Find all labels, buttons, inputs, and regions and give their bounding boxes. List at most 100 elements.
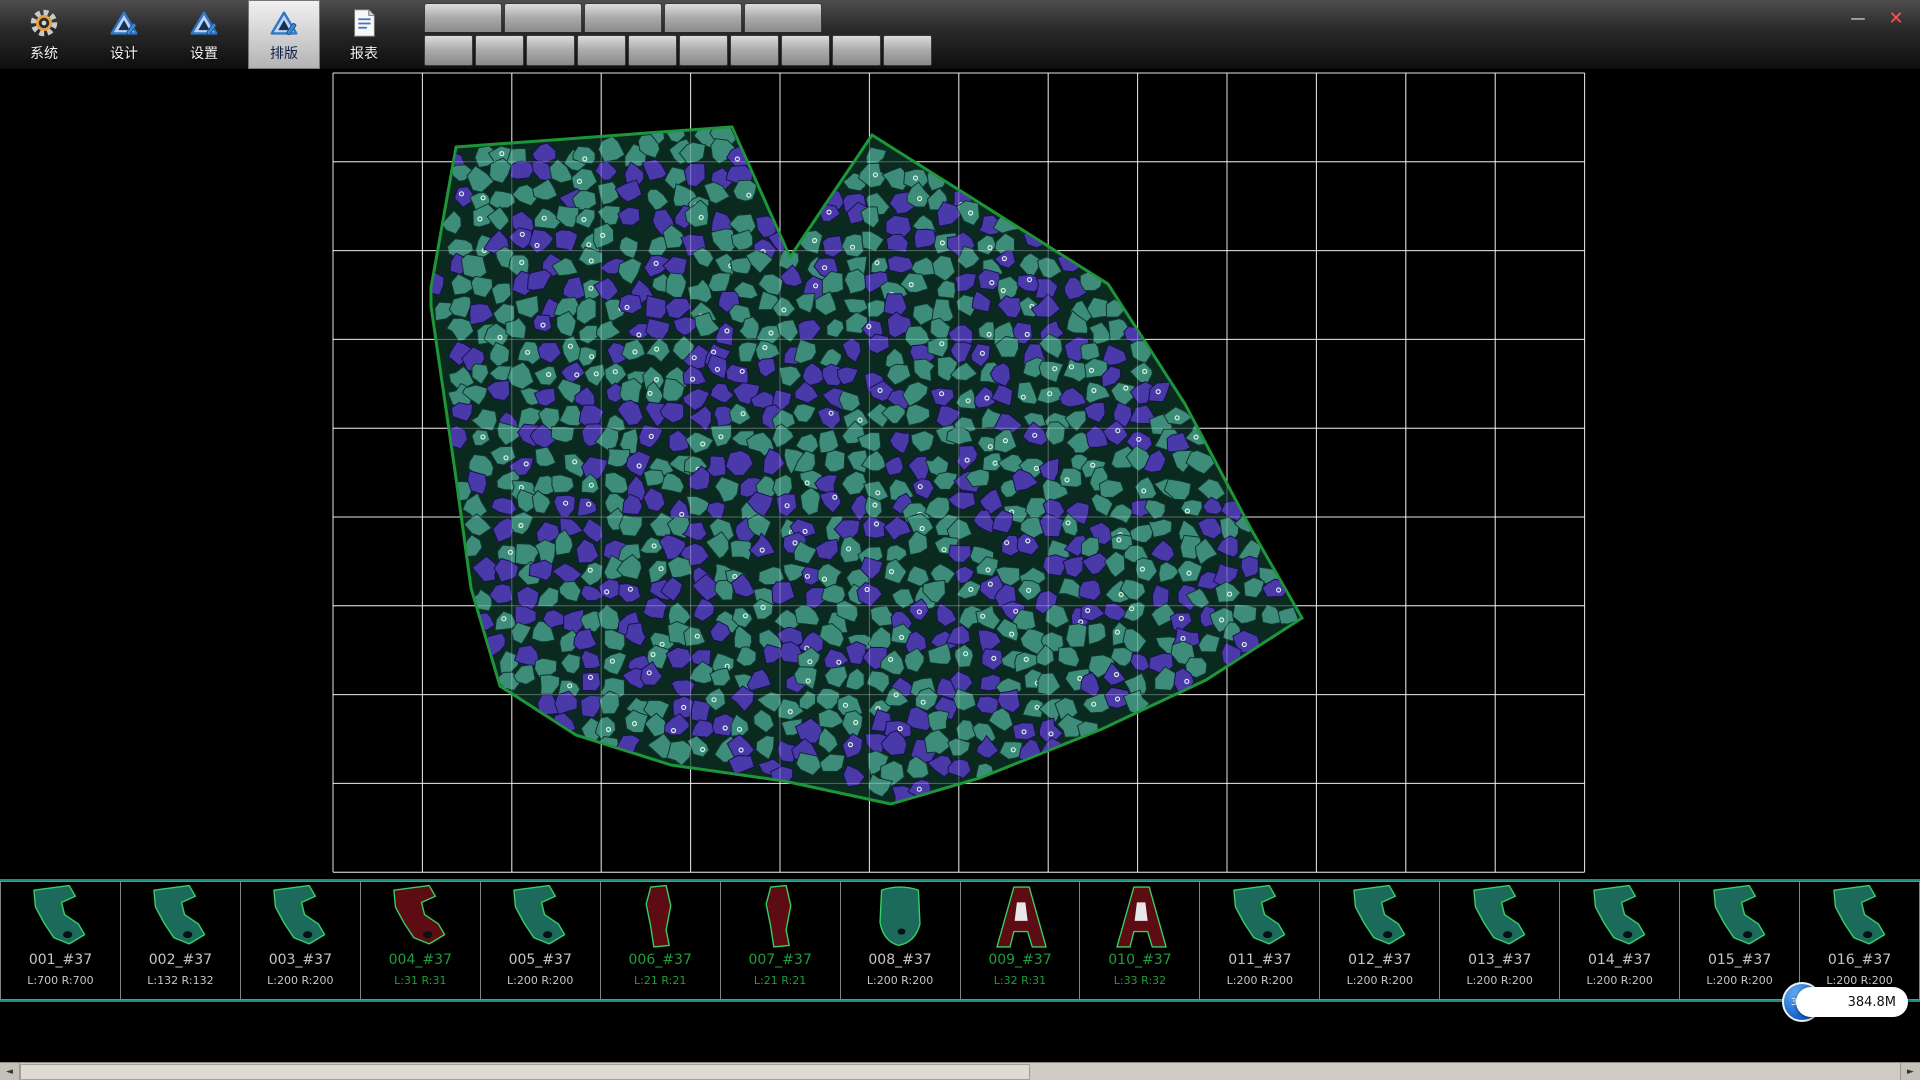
piece-lr-counts: L:200 R:200 <box>267 975 333 987</box>
app-icon-glyph <box>187 6 221 40</box>
piece-name: 016_#37 <box>1828 952 1891 968</box>
piece-shape-icon <box>14 884 106 950</box>
piece-name: 005_#37 <box>509 952 572 968</box>
piece-lr-counts: L:200 R:200 <box>867 975 933 987</box>
piece-name: 007_#37 <box>748 952 811 968</box>
piece-thumbnail[interactable]: 007_#37 L:21 R:21 <box>721 881 841 1000</box>
menu-tab[interactable] <box>584 3 662 32</box>
piece-lr-counts: L:200 R:200 <box>1706 975 1772 987</box>
piece-lr-counts: L:700 R:700 <box>27 975 93 987</box>
memory-status-badge: 38% 384.8M <box>1778 982 1908 1022</box>
window-controls: — ✕ <box>1844 8 1910 28</box>
app-icon[interactable]: 报表 <box>328 0 400 69</box>
app-icon[interactable]: 排版 <box>248 0 320 69</box>
piece-lr-counts: L:200 R:200 <box>1586 975 1652 987</box>
piece-shape-icon <box>374 884 466 950</box>
menu-area <box>424 0 932 69</box>
scroll-left-arrow[interactable]: ◄ <box>0 1063 20 1080</box>
piece-shape-icon <box>854 884 946 950</box>
piece-shape-icon <box>134 884 226 950</box>
menu-tab[interactable] <box>744 3 822 32</box>
piece-name: 004_#37 <box>389 952 452 968</box>
piece-shape-icon <box>1334 884 1426 950</box>
app-icon-bar: 系统 设计 设置 排版 报表 <box>0 0 408 69</box>
piece-thumbnail[interactable]: 014_#37 L:200 R:200 <box>1560 881 1680 1000</box>
nesting-canvas-area <box>0 70 1920 879</box>
app-icon-label: 设计 <box>110 43 138 63</box>
tool-button[interactable] <box>883 35 932 66</box>
piece-name: 015_#37 <box>1708 952 1771 968</box>
piece-lr-counts: L:132 R:132 <box>147 975 213 987</box>
close-button[interactable]: ✕ <box>1882 8 1910 28</box>
menu-tab-bar <box>424 0 932 32</box>
tool-button[interactable] <box>730 35 779 66</box>
menu-tab[interactable] <box>424 3 502 32</box>
piece-shape-icon <box>1574 884 1666 950</box>
piece-name: 010_#37 <box>1108 952 1171 968</box>
piece-thumbnail[interactable]: 008_#37 L:200 R:200 <box>841 881 961 1000</box>
app-window: { "window": { "controls": { "minimize": … <box>0 0 1920 1080</box>
piece-name: 008_#37 <box>868 952 931 968</box>
app-icon-glyph <box>27 6 61 40</box>
tool-button-bar <box>424 32 932 66</box>
piece-thumbnail-strip: 001_#37 L:700 R:700 002_#37 L:132 R:132 … <box>0 879 1920 1002</box>
app-icon-label: 系统 <box>30 43 58 63</box>
app-icon-label: 设置 <box>190 43 218 63</box>
tool-button[interactable] <box>832 35 881 66</box>
piece-name: 001_#37 <box>29 952 92 968</box>
piece-thumbnail[interactable]: 002_#37 L:132 R:132 <box>121 881 241 1000</box>
scroll-right-arrow[interactable]: ► <box>1900 1063 1920 1080</box>
tool-button[interactable] <box>628 35 677 66</box>
toolbar: 系统 设计 设置 排版 报表 — ✕ <box>0 0 1920 70</box>
memory-label: 384.8M <box>1796 987 1908 1017</box>
app-icon-label: 排版 <box>270 43 298 63</box>
piece-lr-counts: L:200 R:200 <box>1227 975 1293 987</box>
app-icon-glyph <box>267 6 301 40</box>
app-icon[interactable]: 系统 <box>8 0 80 69</box>
piece-thumbnail[interactable]: 013_#37 L:200 R:200 <box>1440 881 1560 1000</box>
piece-thumbnail[interactable]: 003_#37 L:200 R:200 <box>241 881 361 1000</box>
tool-button[interactable] <box>679 35 728 66</box>
piece-lr-counts: L:200 R:200 <box>1467 975 1533 987</box>
piece-thumbnail[interactable]: 006_#37 L:21 R:21 <box>601 881 721 1000</box>
piece-shape-icon <box>974 884 1066 950</box>
piece-thumbnail[interactable]: 012_#37 L:200 R:200 <box>1320 881 1440 1000</box>
piece-name: 006_#37 <box>629 952 692 968</box>
piece-shape-icon <box>494 884 586 950</box>
tool-button[interactable] <box>475 35 524 66</box>
app-icon[interactable]: 设置 <box>168 0 240 69</box>
piece-thumbnail[interactable]: 004_#37 L:31 R:31 <box>361 881 481 1000</box>
piece-shape-icon <box>1214 884 1306 950</box>
piece-name: 011_#37 <box>1228 952 1291 968</box>
piece-shape-icon <box>1094 884 1186 950</box>
tool-button[interactable] <box>526 35 575 66</box>
piece-thumbnail[interactable]: 005_#37 L:200 R:200 <box>481 881 601 1000</box>
piece-name: 014_#37 <box>1588 952 1651 968</box>
scroll-thumb[interactable] <box>20 1064 1030 1080</box>
piece-thumbnail[interactable]: 009_#37 L:32 R:31 <box>961 881 1081 1000</box>
piece-lr-counts: L:21 R:21 <box>754 975 806 987</box>
minimize-button[interactable]: — <box>1844 8 1872 28</box>
piece-name: 002_#37 <box>149 952 212 968</box>
menu-tab[interactable] <box>504 3 582 32</box>
app-icon-glyph <box>107 6 141 40</box>
piece-shape-icon <box>1694 884 1786 950</box>
tool-button[interactable] <box>781 35 830 66</box>
tool-button[interactable] <box>577 35 626 66</box>
piece-name: 003_#37 <box>269 952 332 968</box>
app-icon-label: 报表 <box>350 43 378 63</box>
horizontal-scrollbar[interactable]: ◄ ► <box>0 1062 1920 1080</box>
app-icon[interactable]: 设计 <box>88 0 160 69</box>
piece-lr-counts: L:33 R:32 <box>1114 975 1166 987</box>
tool-button[interactable] <box>424 35 473 66</box>
piece-thumbnail[interactable]: 001_#37 L:700 R:700 <box>0 881 121 1000</box>
piece-thumbnail[interactable]: 011_#37 L:200 R:200 <box>1200 881 1320 1000</box>
piece-thumbnail[interactable]: 010_#37 L:33 R:32 <box>1080 881 1200 1000</box>
piece-lr-counts: L:200 R:200 <box>507 975 573 987</box>
piece-shape-icon <box>1814 884 1906 950</box>
piece-lr-counts: L:200 R:200 <box>1347 975 1413 987</box>
nesting-canvas[interactable] <box>0 70 1920 879</box>
piece-lr-counts: L:31 R:31 <box>394 975 446 987</box>
piece-name: 013_#37 <box>1468 952 1531 968</box>
menu-tab[interactable] <box>664 3 742 32</box>
